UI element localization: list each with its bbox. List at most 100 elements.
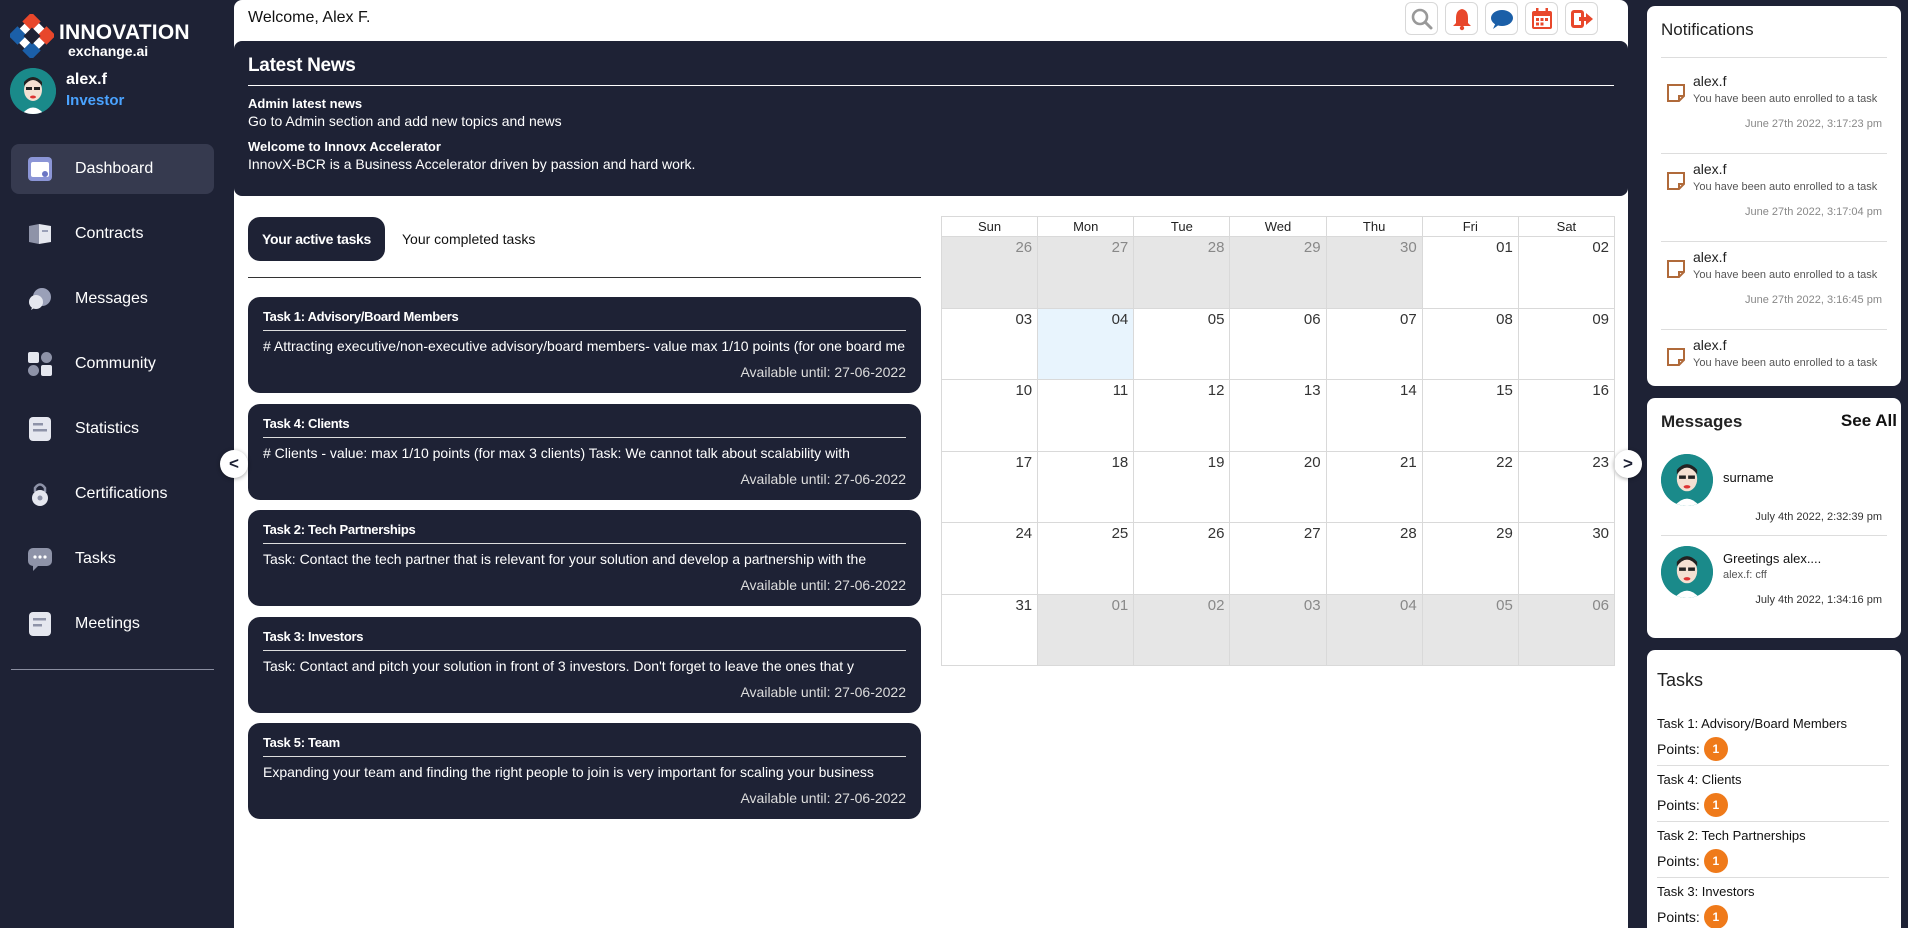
calendar-day-cell[interactable]: 08	[1421, 307, 1519, 380]
calendar-day-cell[interactable]: 18	[1037, 450, 1135, 523]
tab-completed-tasks[interactable]: Your completed tasks	[388, 217, 549, 261]
calendar-day-cell[interactable]: 20	[1229, 450, 1327, 523]
calendar-day-cell[interactable]: 27	[1229, 522, 1327, 595]
search-button[interactable]	[1405, 2, 1438, 35]
calendar-day-cell[interactable]: 19	[1133, 450, 1231, 523]
calendar-day-cell[interactable]: 09	[1517, 307, 1616, 380]
calendar-day-cell[interactable]: 05	[1421, 593, 1519, 666]
avatar	[10, 68, 56, 114]
task-card[interactable]: Task 4: Clients # Clients - value: max 1…	[248, 403, 921, 500]
sidebar-item-statistics[interactable]: Statistics	[11, 404, 214, 454]
prev-arrow-button[interactable]: <	[220, 450, 248, 478]
calendar-day-cell[interactable]: 12	[1133, 379, 1231, 452]
task-card[interactable]: Task 5: Team Expanding your team and fin…	[248, 723, 921, 819]
user-profile[interactable]: alex.f Investor	[10, 68, 210, 114]
notification-item[interactable]: alex.f You have been auto enrolled to a …	[1661, 242, 1887, 330]
message-time: July 4th 2022, 1:34:16 pm	[1755, 594, 1882, 606]
tasks-icon	[27, 546, 53, 572]
calendar-day-cell[interactable]: 16	[1517, 379, 1616, 452]
calendar-day-cell[interactable]: 01	[1421, 236, 1519, 309]
notification-item[interactable]: alex.f You have been auto enrolled to a …	[1661, 66, 1887, 154]
calendar-day-cell[interactable]: 04	[1037, 307, 1135, 380]
calendar-day-cell[interactable]: 27	[1037, 236, 1135, 309]
calendar-day-cell[interactable]: 23	[1517, 450, 1616, 523]
calendar-day-cell[interactable]: 17	[940, 450, 1039, 523]
calendar-day-cell[interactable]: 21	[1325, 450, 1423, 523]
calendar-day-cell[interactable]: 01	[1037, 593, 1135, 666]
calendar-button[interactable]	[1525, 2, 1558, 35]
notification-text: You have been auto enrolled to a task	[1693, 269, 1878, 281]
calendar-day-cell[interactable]: 25	[1037, 522, 1135, 595]
task-card[interactable]: Task 3: Investors Task: Contact and pitc…	[248, 616, 921, 713]
calendar-day-cell[interactable]: 22	[1421, 450, 1519, 523]
task-summary-item[interactable]: Task 2: Tech Partnerships Points: 1	[1657, 822, 1889, 878]
task-description: Task: Contact and pitch your solution in…	[263, 657, 855, 674]
notification-item[interactable]: alex.f You have been auto enrolled to a …	[1661, 154, 1887, 242]
calendar-day-cell[interactable]: 03	[1229, 593, 1327, 666]
next-arrow-button[interactable]: >	[1614, 450, 1642, 478]
sidebar-item-contracts[interactable]: Contracts	[11, 209, 214, 259]
sidebar-item-certifications[interactable]: Certifications	[11, 469, 214, 519]
calendar-day-cell[interactable]: 29	[1229, 236, 1327, 309]
calendar-day-cell[interactable]: 30	[1517, 522, 1616, 595]
task-card[interactable]: Task 1: Advisory/Board Members # Attract…	[248, 297, 921, 393]
calendar-day-cell[interactable]: 06	[1517, 593, 1616, 666]
task-card[interactable]: Task 2: Tech Partnerships Task: Contact …	[248, 510, 921, 606]
calendar-week-row: 26 27 28 29 30 01 02	[940, 236, 1616, 309]
logout-button[interactable]	[1565, 2, 1598, 35]
task-title: Task 1: Advisory/Board Members	[263, 309, 906, 331]
news-title: Latest News	[248, 55, 1614, 86]
sidebar-item-messages[interactable]: Messages	[11, 274, 214, 324]
calendar-day-cell[interactable]: 26	[940, 236, 1039, 309]
sidebar-item-community[interactable]: Community	[11, 339, 214, 389]
task-description: Task: Contact the tech partner that is r…	[263, 551, 867, 567]
points-label: Points:	[1657, 909, 1700, 925]
calendar-day-cell[interactable]: 24	[940, 522, 1039, 595]
message-item[interactable]: Greetings alex.... alex.f: cff July 4th …	[1661, 546, 1887, 626]
calendar-day-cell[interactable]: 15	[1421, 379, 1519, 452]
avatar	[1661, 546, 1713, 598]
calendar-day-cell[interactable]: 03	[940, 307, 1039, 380]
calendar-day-cell[interactable]: 04	[1325, 593, 1423, 666]
tab-active-tasks[interactable]: Your active tasks	[248, 217, 386, 261]
task-points: Points: 1	[1657, 905, 1728, 928]
topbar-icons	[1405, 2, 1598, 35]
notification-text: You have been auto enrolled to a task	[1693, 93, 1878, 105]
calendar-day-header: Fri	[1421, 216, 1519, 237]
calendar-icon	[1531, 7, 1552, 29]
logo[interactable]: INNOVATION exchange.ai	[10, 14, 190, 58]
task-summary-item[interactable]: Task 1: Advisory/Board Members Points: 1	[1657, 710, 1889, 766]
sidebar-item-meetings[interactable]: Meetings	[11, 599, 214, 649]
task-summary-item[interactable]: Task 4: Clients Points: 1	[1657, 766, 1889, 822]
calendar-day-cell[interactable]: 07	[1325, 307, 1423, 380]
chat-button[interactable]	[1485, 2, 1518, 35]
calendar-day-cell[interactable]: 31	[940, 593, 1039, 666]
calendar-day-cell[interactable]: 10	[940, 379, 1039, 452]
calendar-day-cell[interactable]: 29	[1421, 522, 1519, 595]
notifications-button[interactable]	[1445, 2, 1478, 35]
points-badge: 1	[1703, 737, 1728, 761]
calendar-day-cell[interactable]: 28	[1133, 236, 1231, 309]
calendar-day-cell[interactable]: 26	[1133, 522, 1231, 595]
notification-item[interactable]: alex.f You have been auto enrolled to a …	[1661, 330, 1887, 386]
see-all-link[interactable]: See All	[1841, 411, 1897, 431]
message-sender: surname	[1723, 470, 1774, 485]
calendar-day-cell[interactable]: 05	[1133, 307, 1231, 380]
calendar-day-cell[interactable]: 02	[1133, 593, 1231, 666]
message-item[interactable]: surname July 4th 2022, 2:32:39 pm	[1661, 454, 1887, 536]
calendar-day-cell[interactable]: 06	[1229, 307, 1327, 380]
calendar-day-cell[interactable]: 30	[1325, 236, 1423, 309]
task-summary-item[interactable]: Task 3: Investors Points: 1	[1657, 878, 1889, 928]
calendar-day-cell[interactable]: 13	[1229, 379, 1327, 452]
sidebar-item-label: Dashboard	[75, 160, 154, 177]
sidebar-item-tasks[interactable]: Tasks	[11, 534, 214, 584]
main-content: Welcome, Alex F. Latest News Admin lates…	[220, 0, 1642, 928]
points-label: Points:	[1657, 853, 1700, 869]
messages-title: Messages	[1661, 412, 1743, 431]
calendar-day-cell[interactable]: 14	[1325, 379, 1423, 452]
calendar-day-cell[interactable]: 02	[1517, 236, 1616, 309]
calendar-day-cell[interactable]: 28	[1325, 522, 1423, 595]
calendar-day-cell[interactable]: 11	[1037, 379, 1135, 452]
sidebar-item-dashboard[interactable]: Dashboard	[11, 144, 214, 194]
sidebar-divider	[11, 669, 214, 670]
